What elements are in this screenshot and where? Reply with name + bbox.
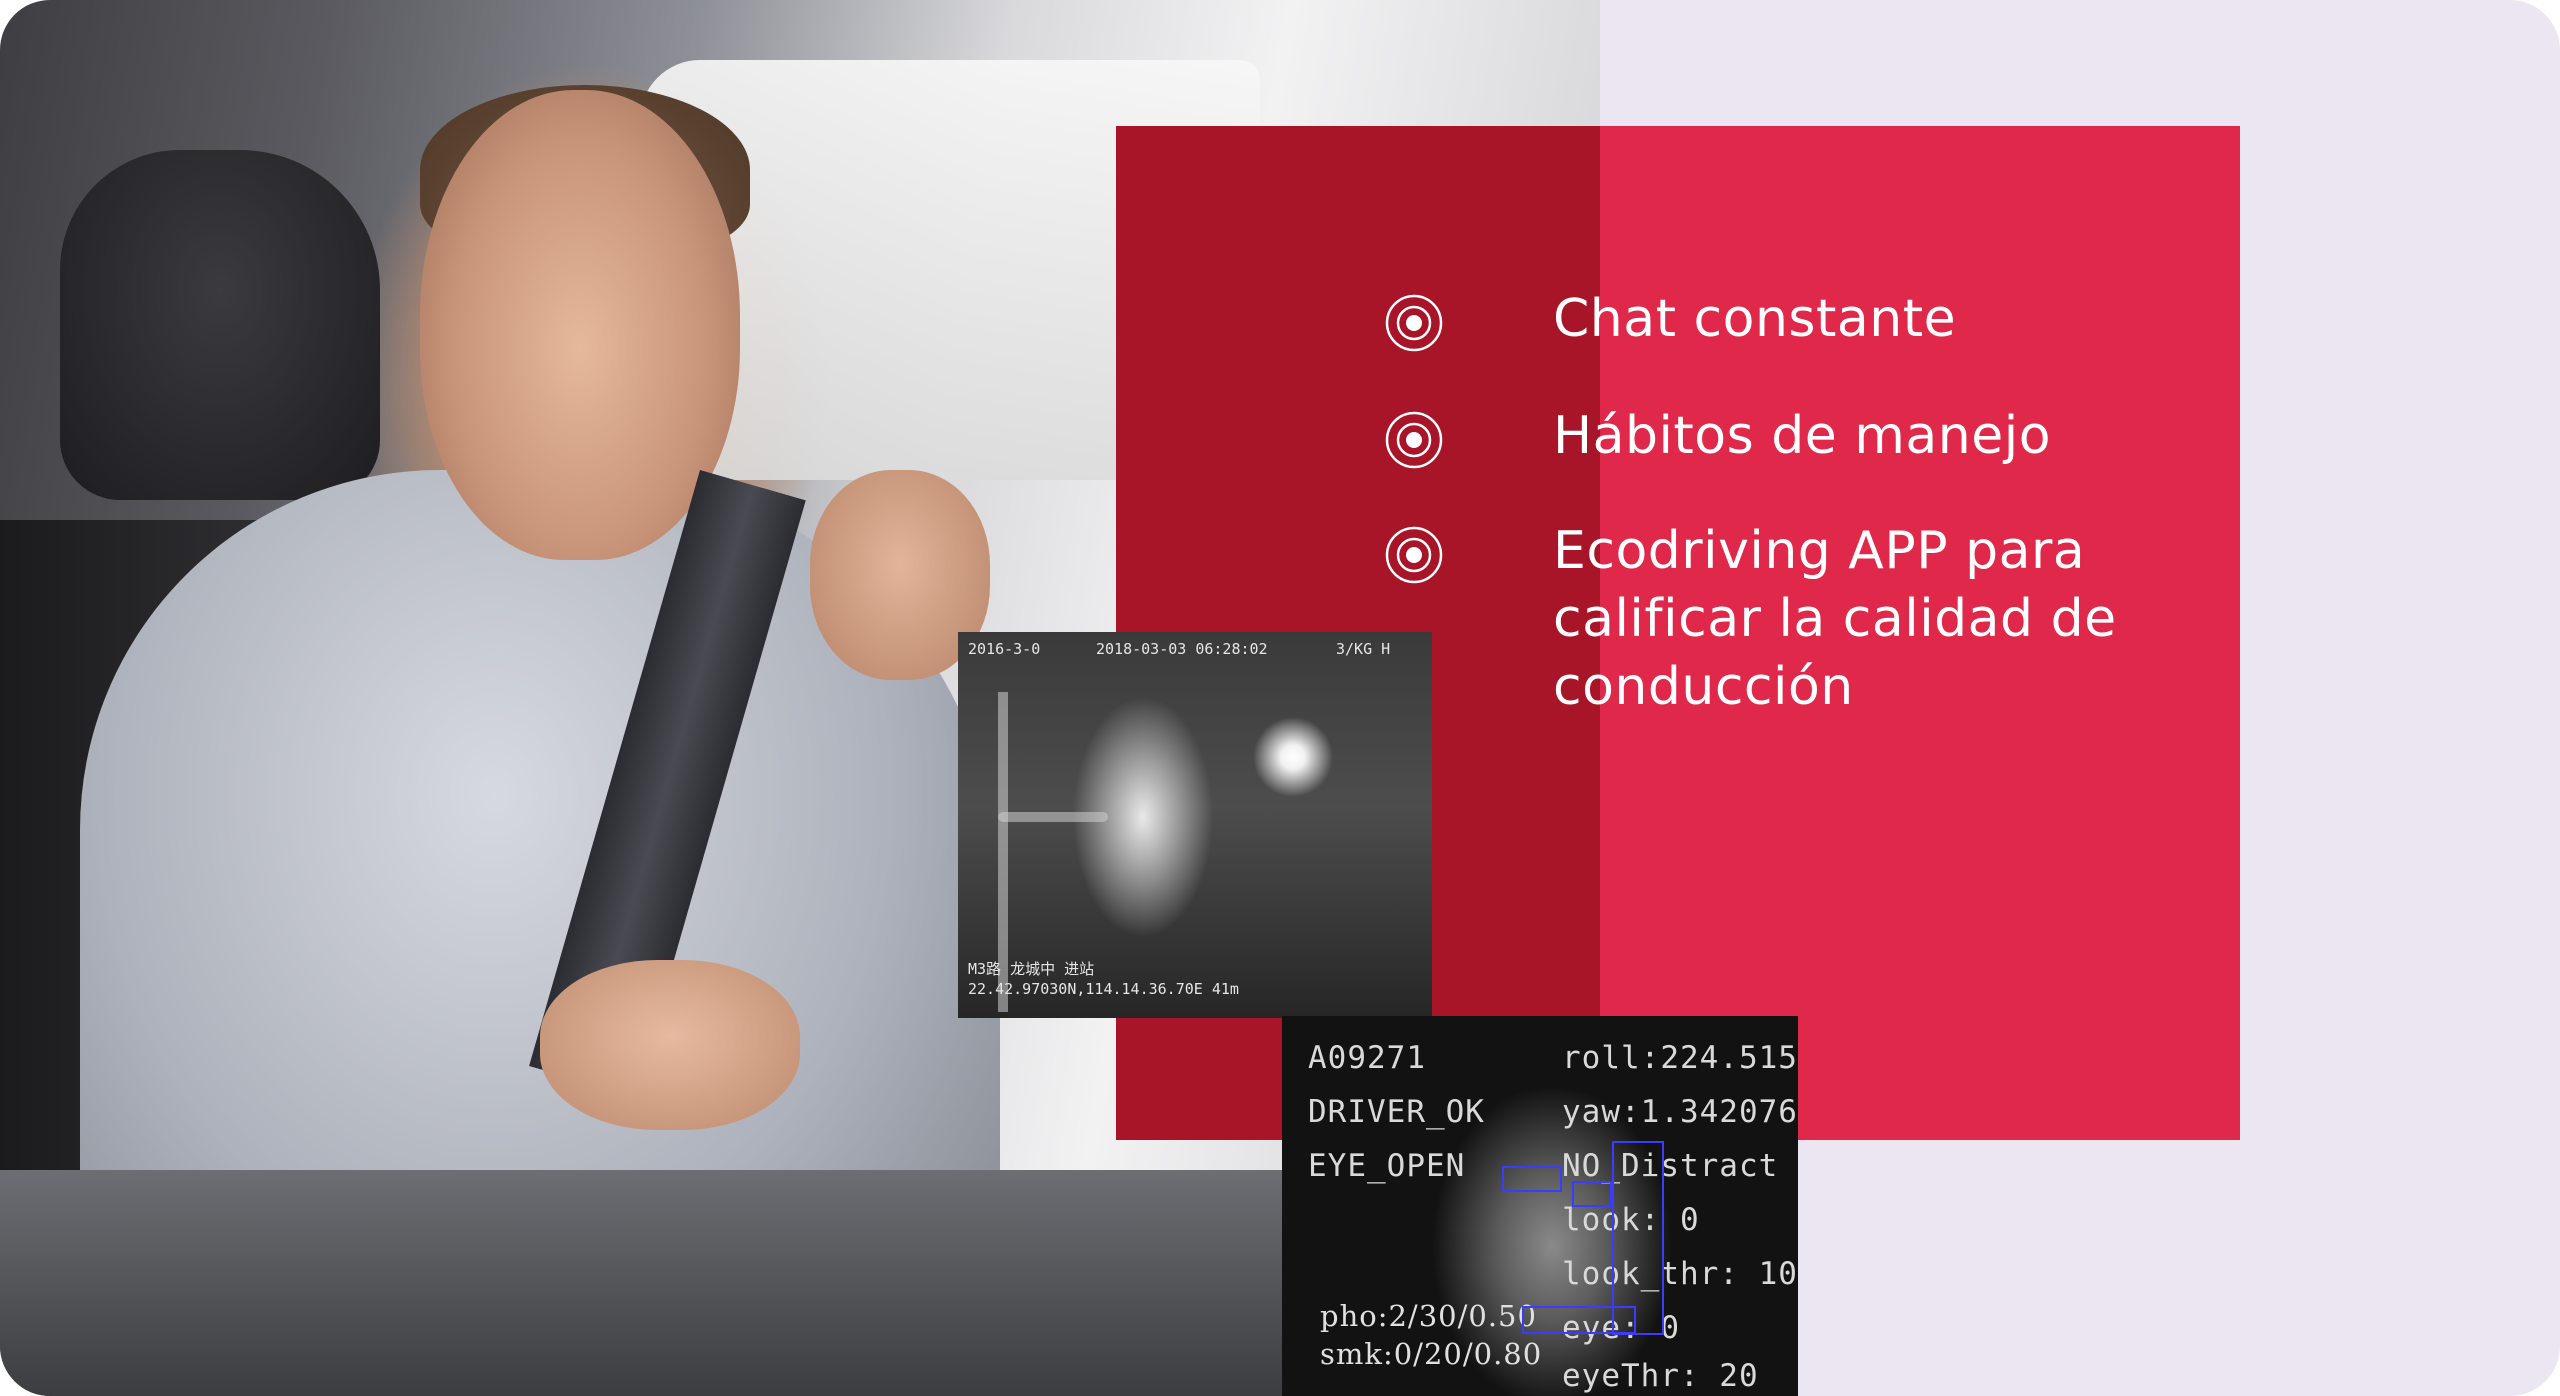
cam1-route: M3路 龙城中 进站: [968, 960, 1095, 978]
feature-label: Hábitos de manejo: [1553, 406, 2052, 466]
cam1-top-right: 3/KG H: [1336, 640, 1391, 658]
feature-label: Ecodriving APP para calificar la calidad…: [1553, 521, 2117, 717]
target-icon: [1385, 294, 1443, 352]
cam2-roll: roll:224.5152: [1562, 1040, 1798, 1076]
feature-label: Chat constante: [1553, 289, 1957, 349]
cam1-coordinates: 22.42.97030N,114.14.36.70E 41m: [968, 980, 1239, 998]
target-icon: [1385, 526, 1443, 584]
cam2-id: A09271: [1308, 1040, 1426, 1076]
driver-monitoring-thumbnail: A09271 DRIVER_OK EYE_OPEN roll:224.5152 …: [1282, 1016, 1798, 1396]
cabin-camera-thumbnail: 2016-3-0 2018-03-03 06:28:02 3/KG H M3路 …: [958, 632, 1432, 1018]
cam1-top-left: 2016-3-0: [968, 640, 1041, 658]
handrail: [998, 812, 1108, 822]
eye-detection-box: [1502, 1166, 1562, 1192]
cam2-status-eye: EYE_OPEN: [1308, 1148, 1466, 1184]
cam2-yaw: yaw:1.342076: [1562, 1094, 1798, 1130]
cam1-timestamp: 2018-03-03 06:28:02: [1096, 640, 1268, 658]
driver-hand-lower: [540, 960, 800, 1130]
hero-card: Chat constante Hábitos de manejo Ecodriv…: [0, 0, 2560, 1396]
cam2-look-thr: look_thr: 100: [1562, 1256, 1798, 1292]
cam2-smk: smk:0/20/0.80: [1320, 1337, 1543, 1371]
cam2-pho: pho:2/30/0.50: [1320, 1299, 1537, 1333]
seat-headrest: [60, 150, 380, 500]
cam2-eye-thr: eyeThr: 20: [1562, 1358, 1759, 1394]
driver-face: [420, 90, 740, 560]
cam2-distract: NO_Distract: [1562, 1148, 1779, 1184]
target-icon: [1385, 411, 1443, 469]
cam2-status-driver: DRIVER_OK: [1308, 1094, 1485, 1130]
mouth-detection-box: [1522, 1306, 1636, 1334]
eye-detection-box: [1572, 1181, 1612, 1207]
